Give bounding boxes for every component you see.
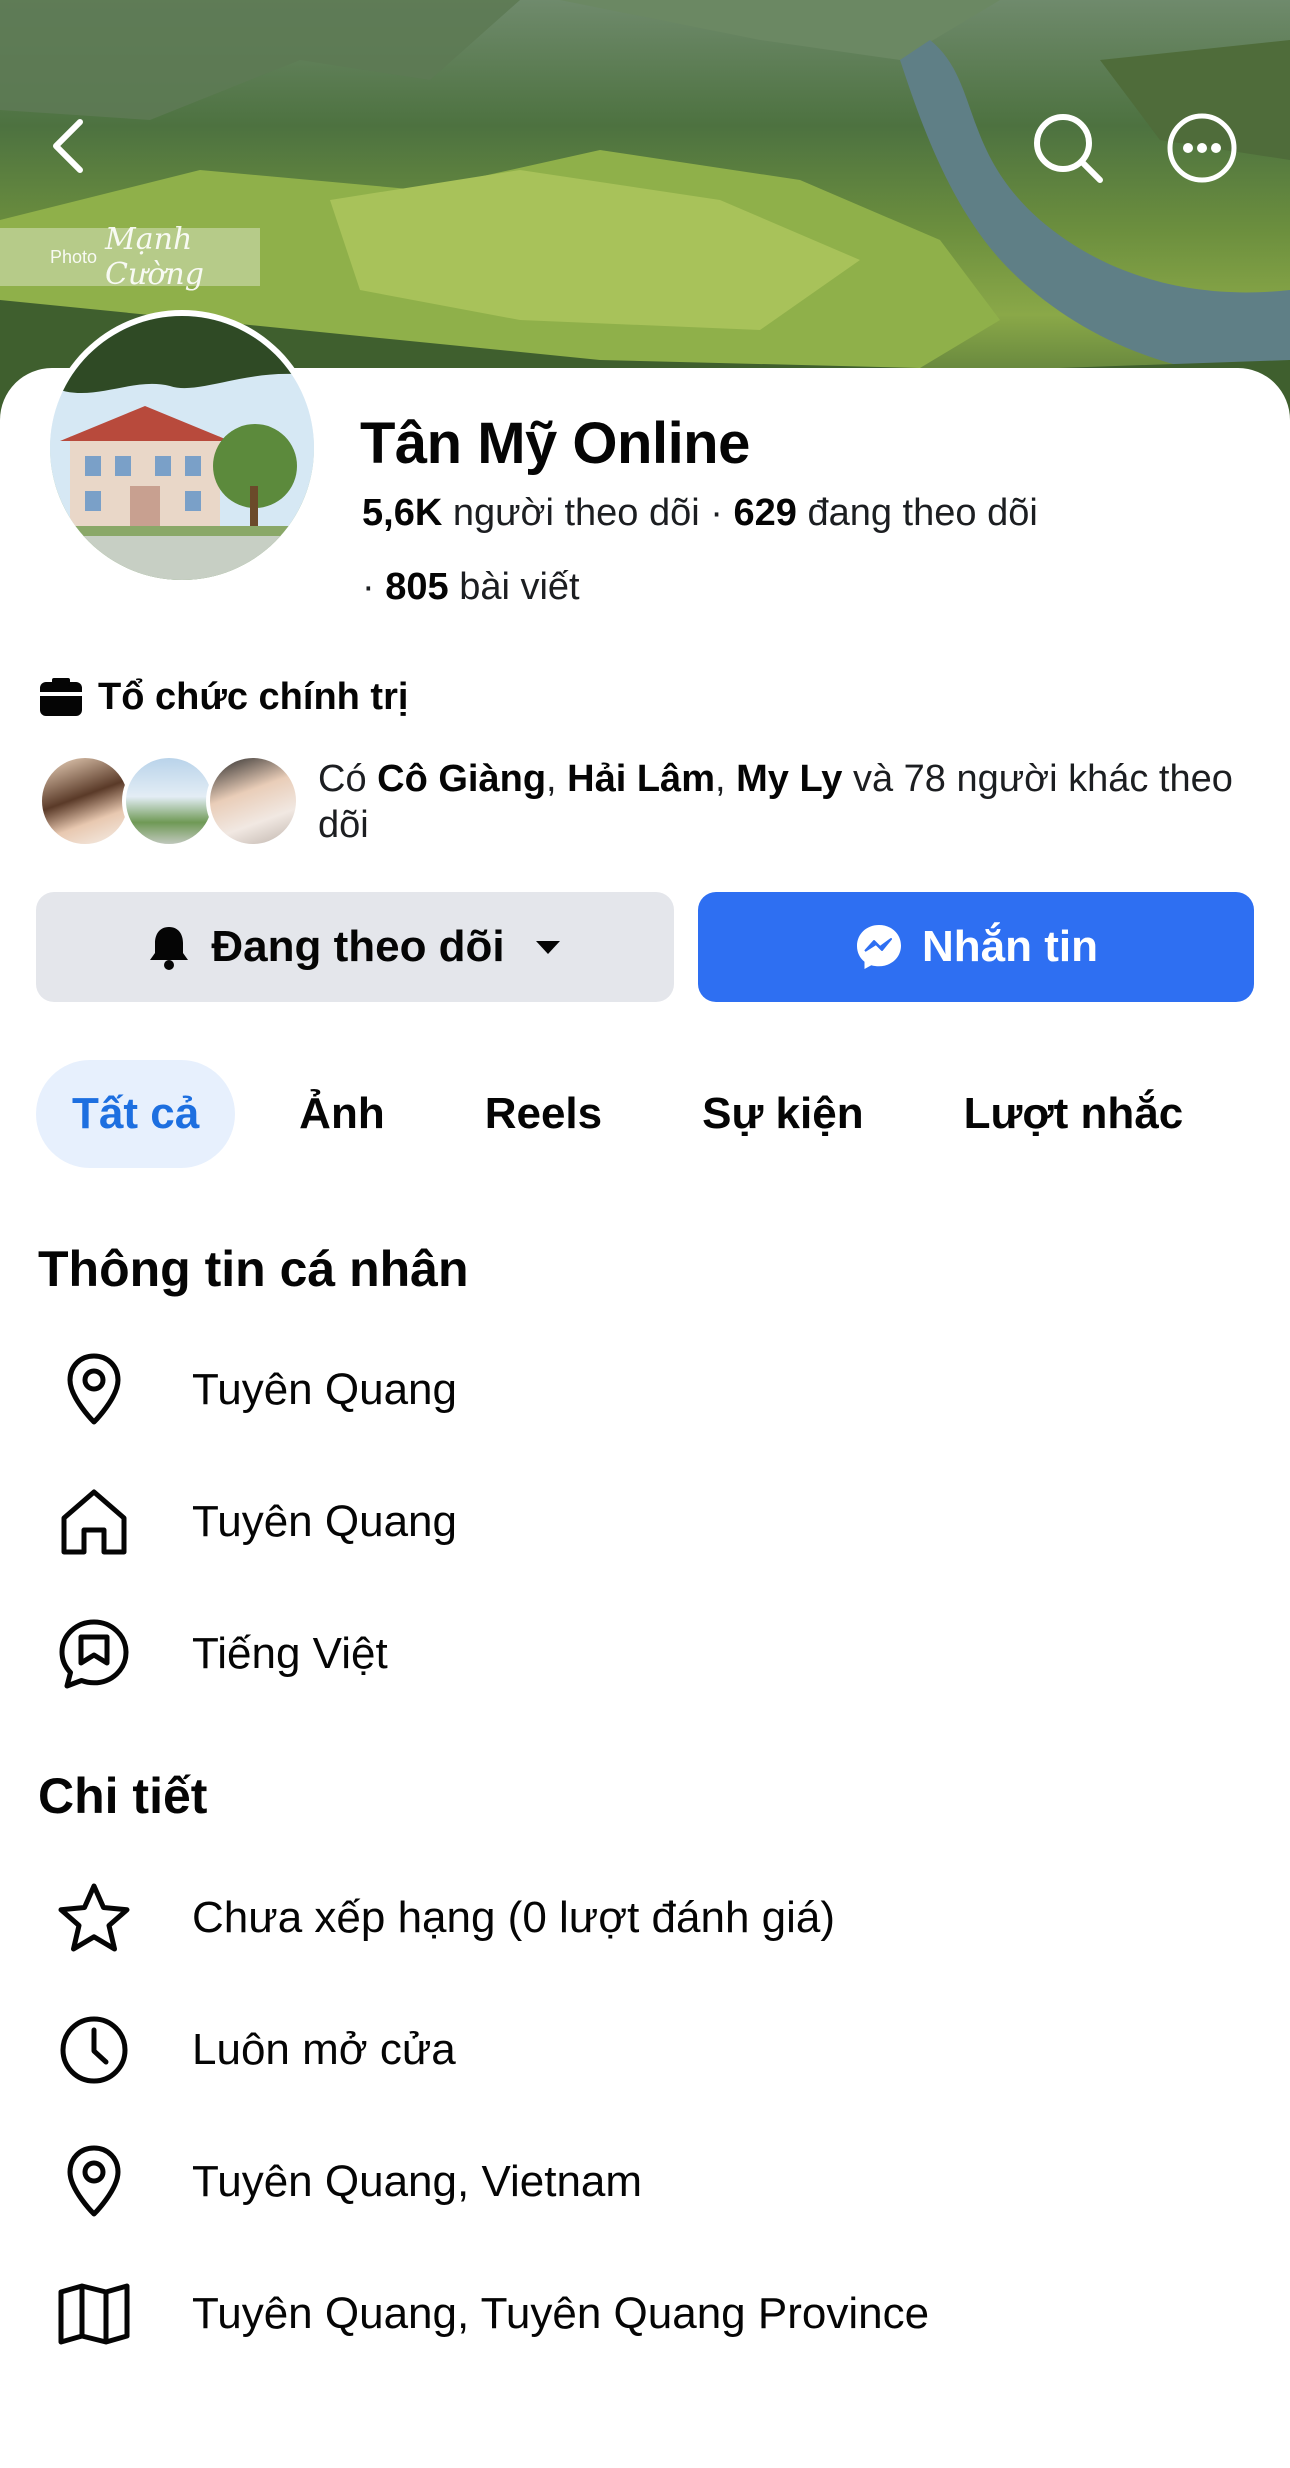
posts-count: 805 bbox=[385, 566, 449, 608]
star-icon bbox=[56, 1880, 132, 1956]
post-stats: · 805 bài viết bbox=[362, 566, 580, 609]
message-button-label: Nhắn tin bbox=[922, 922, 1098, 971]
profile-avatar[interactable] bbox=[44, 310, 320, 586]
mutual-avatar bbox=[122, 754, 216, 848]
briefcase-icon bbox=[40, 677, 82, 716]
mutual-avatars bbox=[38, 752, 308, 852]
info-row-location[interactable]: Tuyên Quang bbox=[0, 1335, 1290, 1445]
avatar-building-picture bbox=[50, 316, 314, 580]
mutual-name: Hải Lâm bbox=[567, 758, 715, 800]
tab-events[interactable]: Sự kiện bbox=[666, 1060, 899, 1168]
following-count[interactable]: 629 bbox=[733, 492, 796, 534]
mutual-prefix: Có bbox=[318, 758, 367, 800]
category-label: Tổ chức chính trị bbox=[98, 676, 409, 718]
mutual-avatar bbox=[38, 754, 132, 848]
mutual-followers[interactable]: Có Cô Giàng, Hải Lâm, My Ly và 78 người … bbox=[38, 752, 1238, 852]
stats-separator: · bbox=[710, 492, 723, 534]
personal-info-title: Thông tin cá nhân bbox=[38, 1241, 469, 1297]
tab-mentions[interactable]: Lượt nhắc bbox=[928, 1060, 1220, 1168]
info-row-hometown[interactable]: Tuyên Quang bbox=[0, 1467, 1290, 1577]
chevron-left-icon bbox=[53, 119, 83, 173]
info-text: Tuyên Quang bbox=[192, 1497, 457, 1546]
back-button[interactable] bbox=[40, 112, 100, 180]
info-text: Tuyên Quang bbox=[192, 1365, 457, 1414]
tab-reels[interactable]: Reels bbox=[449, 1060, 638, 1168]
more-options-button[interactable] bbox=[1164, 110, 1240, 186]
mutual-avatar bbox=[206, 754, 300, 848]
mutual-comma: , bbox=[546, 758, 557, 800]
details-title: Chi tiết bbox=[38, 1768, 208, 1824]
mutual-name: Cô Giàng bbox=[377, 758, 547, 800]
clock-icon bbox=[56, 2012, 132, 2088]
more-circle-icon bbox=[1167, 113, 1237, 183]
location-pin-icon bbox=[56, 2144, 132, 2220]
info-row-address[interactable]: Tuyên Quang, Vietnam bbox=[0, 2127, 1290, 2237]
bell-icon bbox=[150, 927, 189, 970]
following-button-label: Đang theo dõi bbox=[211, 922, 505, 971]
info-text: Tuyên Quang, Tuyên Quang Province bbox=[192, 2289, 930, 2338]
home-icon bbox=[56, 1484, 132, 1560]
info-row-hours[interactable]: Luôn mở cửa bbox=[0, 1995, 1290, 2105]
info-text: Tuyên Quang, Vietnam bbox=[192, 2157, 643, 2206]
followers-count[interactable]: 5,6K bbox=[362, 492, 442, 534]
location-pin-icon bbox=[56, 1352, 132, 1428]
message-button[interactable]: Nhắn tin bbox=[698, 892, 1254, 1002]
watermark-script: Mạnh Cường bbox=[105, 222, 204, 292]
info-row-map[interactable]: Tuyên Quang, Tuyên Quang Province bbox=[0, 2259, 1290, 2369]
following-label[interactable]: đang theo dõi bbox=[807, 492, 1037, 534]
info-text: Luôn mở cửa bbox=[192, 2025, 456, 2074]
mutual-followers-text: Có Cô Giàng, Hải Lâm, My Ly và 78 người … bbox=[318, 756, 1238, 848]
info-row-rating[interactable]: Chưa xếp hạng (0 lượt đánh giá) bbox=[0, 1863, 1290, 1973]
page-title: Tân Mỹ Online bbox=[360, 411, 750, 476]
messenger-icon bbox=[857, 925, 901, 969]
watermark-photo-label: Photo bbox=[50, 246, 98, 267]
follow-stats: 5,6K người theo dõi · 629 đang theo dõi bbox=[362, 492, 1038, 535]
tab-photos[interactable]: Ảnh bbox=[263, 1060, 421, 1168]
page-category: Tổ chức chính trị bbox=[38, 676, 408, 719]
map-icon bbox=[56, 2276, 132, 2352]
tab-all[interactable]: Tất cả bbox=[36, 1060, 236, 1168]
search-icon bbox=[1034, 114, 1103, 183]
language-bubble-icon bbox=[56, 1616, 132, 1692]
avatar-image bbox=[50, 316, 314, 580]
posts-separator: · bbox=[362, 566, 375, 608]
caret-down-icon bbox=[535, 941, 560, 954]
mutual-comma: , bbox=[714, 758, 726, 800]
followers-label[interactable]: người theo dõi bbox=[453, 492, 700, 534]
info-text: Chưa xếp hạng (0 lượt đánh giá) bbox=[192, 1893, 836, 1942]
info-text: Tiếng Việt bbox=[192, 1629, 388, 1678]
search-button[interactable] bbox=[1030, 110, 1106, 186]
mutual-name: My Ly bbox=[736, 758, 843, 800]
info-row-language[interactable]: Tiếng Việt bbox=[0, 1599, 1290, 1709]
following-button[interactable]: Đang theo dõi bbox=[36, 892, 674, 1002]
cover-watermark: Photo Mạnh Cường bbox=[0, 222, 260, 292]
posts-label: bài viết bbox=[459, 566, 580, 608]
profile-tabs: Tất cả Ảnh Reels Sự kiện Lượt nhắc bbox=[36, 1060, 1247, 1168]
